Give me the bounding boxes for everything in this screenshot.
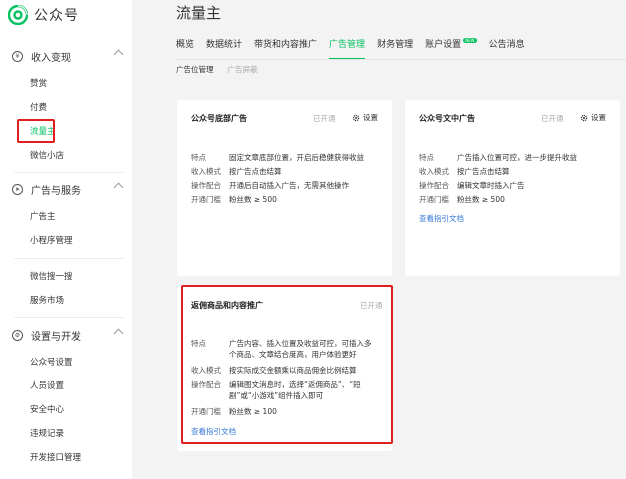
- card-row: 操作配合 编辑文章时插入广告: [419, 180, 525, 191]
- settings-button[interactable]: 设置: [352, 112, 378, 123]
- sidebar-item-wechat-shop[interactable]: 微信小店: [30, 149, 64, 163]
- status-badge: 已开通: [313, 114, 336, 123]
- row-key: 特点: [419, 153, 434, 162]
- row-value: 编辑文章时插入广告: [457, 181, 525, 190]
- sidebar-divider: [14, 317, 124, 318]
- sidebar-item-miniprogram[interactable]: 小程序管理: [30, 234, 73, 248]
- sidebar-item-paid[interactable]: 付费: [30, 101, 47, 115]
- main-tabs: 概览 数据统计 带货和内容推广 广告管理 财务管理 账户设置 NEW 公告消息: [176, 38, 537, 60]
- sidebar-item-violations[interactable]: 违规记录: [30, 427, 64, 441]
- card-row: 特点 固定文章底部位置，开启后稳健获得收益: [191, 152, 364, 163]
- sidebar-section-settings-dev[interactable]: ⚙ 设置与开发: [12, 327, 124, 343]
- ad-card-bottom: 公众号底部广告 已开通 设置 特点 固定文章底部位置，开启后稳健获得收益 收入模式…: [177, 100, 392, 276]
- tabs-divider: [176, 59, 626, 60]
- row-value: 按广告点击结算: [229, 167, 282, 176]
- card-row: 收入模式 按广告点击结算: [191, 166, 282, 177]
- row-key: 操作配合: [419, 181, 449, 190]
- row-key: 操作配合: [191, 181, 221, 190]
- settings-label: 设置: [363, 113, 378, 122]
- sidebar-item-wechat-search[interactable]: 微信搜一搜: [30, 270, 73, 284]
- wechat-official-account-icon: [8, 5, 28, 25]
- sidebar-section-label: 广告与服务: [31, 185, 81, 197]
- card-row: 开通门槛 粉丝数 ≥ 500: [419, 194, 505, 205]
- highlight-box-sidebar: [17, 119, 55, 143]
- row-value: 按广告点击结算: [457, 167, 510, 176]
- subtab-ad-block[interactable]: 广告屏蔽: [228, 64, 258, 75]
- row-key: 开通门槛: [419, 195, 449, 204]
- sidebar-item-reward[interactable]: 赞赏: [30, 77, 47, 91]
- row-value: 开通后自动插入广告，无需其他操作: [229, 181, 349, 190]
- sidebar-section-label: 设置与开发: [31, 331, 81, 343]
- sidebar-item-service-market[interactable]: 服务市场: [30, 294, 64, 308]
- status-badge: 已开通: [541, 114, 564, 123]
- tab-label: 账户设置: [425, 40, 462, 50]
- tab-finance[interactable]: 财务管理: [377, 38, 413, 60]
- highlight-box-card: [181, 285, 393, 444]
- settings-label: 设置: [591, 113, 606, 122]
- row-key: 收入模式: [419, 167, 449, 176]
- gear-icon: ⚙: [12, 329, 23, 341]
- gear-icon: [352, 114, 360, 121]
- row-value: 粉丝数 ≥ 500: [229, 195, 277, 204]
- money-circle-icon: ¥: [12, 50, 23, 62]
- card-row: 开通门槛 粉丝数 ≥ 500: [191, 194, 277, 205]
- card-row: 收入模式 按广告点击结算: [419, 166, 510, 177]
- sidebar-item-account-settings[interactable]: 公众号设置: [30, 356, 73, 370]
- app-name: 公众号: [34, 8, 79, 24]
- sidebar-item-member-settings[interactable]: 人员设置: [30, 379, 64, 393]
- sidebar-item-advertiser[interactable]: 广告主: [30, 210, 56, 224]
- guide-doc-link[interactable]: 查看指引文档: [419, 213, 464, 224]
- row-value: 广告插入位置可控，进一步提升收益: [457, 153, 577, 162]
- tab-statistics[interactable]: 数据统计: [206, 38, 242, 60]
- sidebar-section-monetization[interactable]: ¥ 收入变现: [12, 48, 124, 64]
- tab-content-promotion[interactable]: 带货和内容推广: [254, 38, 317, 60]
- sidebar-divider: [14, 258, 124, 259]
- sidebar-item-security[interactable]: 安全中心: [30, 403, 64, 417]
- subtab-ad-slots[interactable]: 广告位管理: [176, 64, 214, 75]
- sidebar-section-label: 收入变现: [31, 52, 71, 64]
- row-key: 特点: [191, 153, 206, 162]
- sidebar-divider: [14, 172, 124, 173]
- chevron-up-icon: [113, 49, 124, 60]
- row-value: 粉丝数 ≥ 500: [457, 195, 505, 204]
- sidebar-item-dev-interface[interactable]: 开发接口管理: [30, 451, 81, 465]
- sidebar-section-ads-services[interactable]: ➤ 广告与服务: [12, 181, 124, 197]
- card-row: 特点 广告插入位置可控，进一步提升收益: [419, 152, 577, 163]
- row-key: 开通门槛: [191, 195, 221, 204]
- chevron-up-icon: [113, 328, 124, 339]
- tab-account-settings[interactable]: 账户设置 NEW: [425, 38, 477, 60]
- compass-icon: ➤: [12, 183, 23, 195]
- row-key: 收入模式: [191, 167, 221, 176]
- card-title: 公众号底部广告: [191, 114, 247, 123]
- app-logo[interactable]: 公众号: [8, 4, 79, 26]
- row-value: 固定文章底部位置，开启后稳健获得收益: [229, 153, 364, 162]
- ad-card-in-article: 公众号文中广告 已开通 设置 特点 广告插入位置可控，进一步提升收益 收入模式 按广…: [405, 100, 620, 276]
- sidebar: 公众号 ¥ 收入变现 赞赏 付费 流量主 微信小店 ➤ 广告与服务 广告主 小程…: [0, 0, 132, 479]
- card-title: 公众号文中广告: [419, 114, 475, 123]
- subtabs: 广告位管理 广告屏蔽: [176, 64, 272, 75]
- page-title: 流量主: [176, 4, 222, 22]
- new-badge: NEW: [463, 38, 477, 43]
- chevron-up-icon: [113, 182, 124, 193]
- tab-ad-management[interactable]: 广告管理: [329, 38, 366, 60]
- tab-announcements[interactable]: 公告消息: [489, 38, 525, 60]
- gear-icon: [580, 114, 588, 121]
- settings-button[interactable]: 设置: [580, 112, 606, 123]
- tab-overview[interactable]: 概览: [176, 38, 194, 60]
- card-row: 操作配合 开通后自动插入广告，无需其他操作: [191, 180, 349, 191]
